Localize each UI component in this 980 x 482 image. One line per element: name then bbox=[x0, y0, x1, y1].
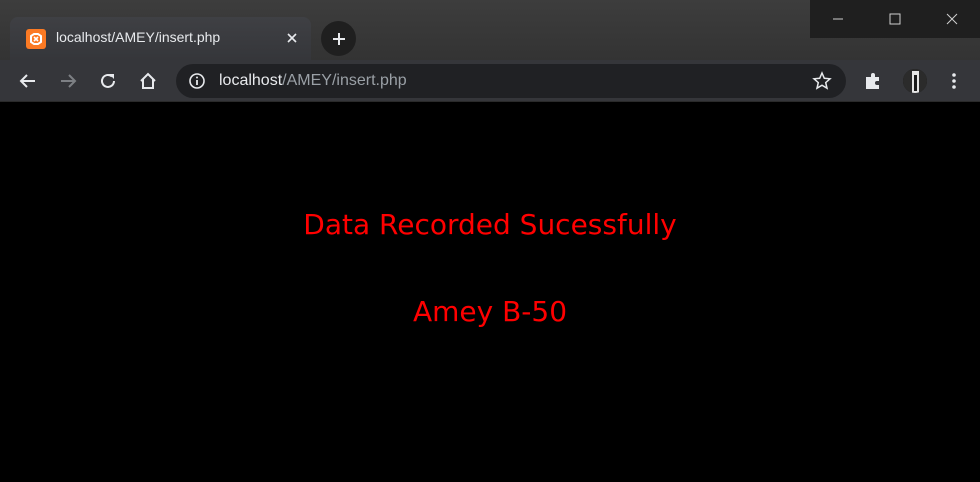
close-window-button[interactable] bbox=[923, 0, 980, 38]
forward-arrow-icon bbox=[61, 74, 77, 88]
maximize-icon bbox=[889, 13, 901, 25]
home-icon bbox=[140, 72, 156, 89]
browser-tab[interactable]: localhost/AMEY/insert.php bbox=[10, 17, 311, 60]
xampp-icon bbox=[26, 29, 46, 49]
back-arrow-icon bbox=[19, 74, 35, 88]
user-name-text: Amey B-50 bbox=[412, 295, 568, 328]
forward-button[interactable] bbox=[52, 65, 84, 97]
menu-button[interactable] bbox=[938, 65, 970, 97]
extensions-button[interactable] bbox=[857, 65, 889, 97]
profile-photo-icon bbox=[903, 69, 927, 93]
maximize-button[interactable] bbox=[867, 0, 924, 38]
close-tab-icon[interactable] bbox=[282, 28, 302, 48]
back-button[interactable] bbox=[12, 65, 44, 97]
minimize-icon bbox=[833, 18, 844, 20]
reload-button[interactable] bbox=[92, 65, 124, 97]
close-icon bbox=[946, 13, 957, 25]
page-content: Data Recorded Sucessfully Amey B-50 bbox=[0, 102, 980, 482]
url-host: localhost bbox=[219, 72, 283, 89]
url-path: /AMEY/insert.php bbox=[282, 72, 407, 89]
browser-titlebar: localhost/AMEY/insert.php bbox=[0, 0, 980, 60]
new-tab-button[interactable] bbox=[321, 21, 356, 56]
info-icon[interactable] bbox=[188, 72, 206, 90]
avatar[interactable] bbox=[903, 69, 927, 93]
minimize-button[interactable] bbox=[810, 0, 867, 38]
success-message: Data Recorded Sucessfully bbox=[303, 208, 677, 241]
url-text[interactable]: localhost/AMEY/insert.php bbox=[219, 72, 407, 90]
address-bar[interactable]: localhost/AMEY/insert.php bbox=[176, 64, 846, 98]
kebab-menu-icon bbox=[952, 73, 956, 89]
plus-icon bbox=[332, 32, 345, 45]
tab-title: localhost/AMEY/insert.php bbox=[56, 29, 221, 45]
reload-icon bbox=[101, 73, 115, 88]
home-button[interactable] bbox=[132, 65, 164, 97]
browser-toolbar: localhost/AMEY/insert.php bbox=[0, 60, 980, 102]
puzzle-icon bbox=[866, 73, 879, 89]
star-icon[interactable] bbox=[812, 71, 832, 91]
window-controls bbox=[810, 0, 980, 38]
